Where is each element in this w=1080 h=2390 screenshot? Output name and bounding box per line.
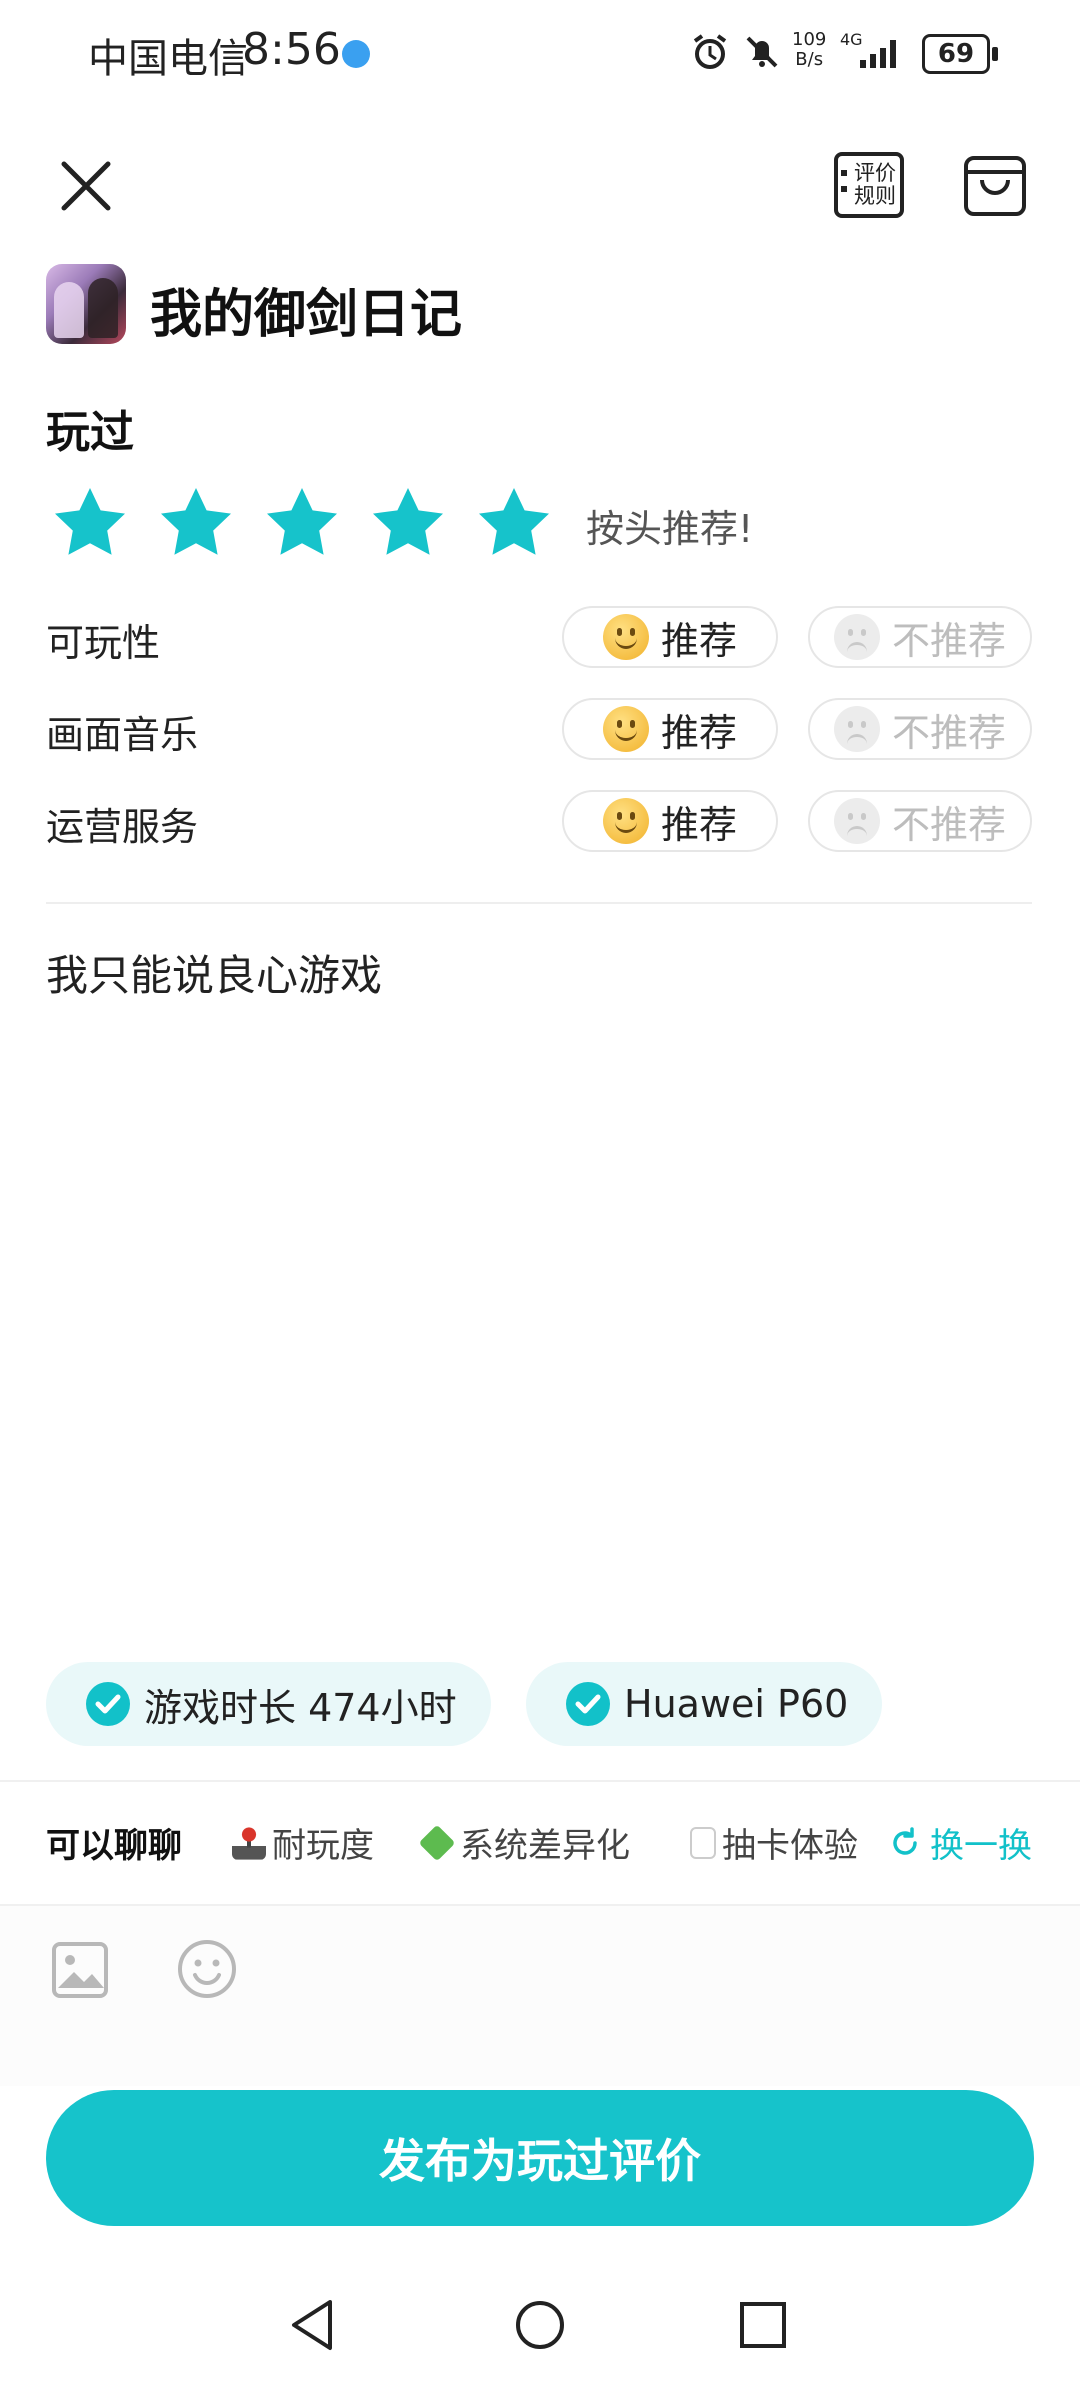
aspect-label: 画面音乐: [46, 713, 199, 757]
image-icon[interactable]: [50, 1940, 110, 2000]
rating-text: 按头推荐!: [586, 507, 754, 551]
topic-bar: 可以聊聊 耐玩度 系统差异化 抽卡体验 换一换: [0, 1782, 1080, 1904]
recommend-label: 推荐: [660, 802, 737, 847]
device-tag-label: Huawei P60: [624, 1682, 849, 1726]
sad-icon: [833, 706, 880, 752]
not-recommend-button[interactable]: 不推荐: [808, 790, 1032, 852]
refresh-icon: [893, 1826, 917, 1855]
star-icon[interactable]: [262, 484, 342, 564]
check-icon: [86, 1682, 130, 1726]
game-title: 我的御剑日记: [150, 285, 463, 345]
device-tag[interactable]: Huawei P60: [526, 1662, 883, 1746]
topic-heading: 可以聊聊: [46, 1826, 182, 1866]
net-speed: 109 B/s: [792, 29, 827, 70]
recents-icon[interactable]: [728, 2290, 798, 2360]
recommend-button[interactable]: 推荐: [562, 698, 778, 760]
status-icons: 109 B/s 4G 69: [690, 28, 1020, 78]
not-recommend-label: 不推荐: [891, 618, 1006, 663]
played-label: 玩过: [46, 407, 134, 458]
joystick-icon: [232, 1825, 266, 1860]
puzzle-icon: [418, 1824, 456, 1861]
recommend-button[interactable]: 推荐: [562, 790, 778, 852]
divider: [46, 902, 1032, 904]
input-toolbar: [0, 1906, 1080, 2086]
review-input[interactable]: 我只能说良心游戏: [46, 942, 382, 1003]
rules-button[interactable]: 评价规则: [830, 150, 906, 220]
publish-label: 发布为玩过评价: [379, 2134, 701, 2188]
battery-icon: [992, 47, 998, 61]
home-icon[interactable]: [505, 2290, 575, 2360]
carrier-label: 中国电信: [88, 36, 248, 82]
star-icon[interactable]: [156, 484, 236, 564]
rules-label: 评价规则: [854, 161, 896, 208]
sad-icon: [833, 798, 880, 844]
battery-level: 69: [922, 34, 990, 74]
recommend-button[interactable]: 推荐: [562, 606, 778, 668]
star-icon[interactable]: [368, 484, 448, 564]
back-icon[interactable]: [278, 2290, 348, 2360]
publish-button[interactable]: 发布为玩过评价: [46, 2090, 1034, 2226]
location-icon: [342, 40, 370, 68]
bag-icon[interactable]: [960, 150, 1030, 220]
status-bar: 中国电信 8:56 109 B/s 4G 69: [0, 0, 1080, 105]
signal-icon: [860, 40, 896, 68]
not-recommend-label: 不推荐: [891, 710, 1006, 755]
aspect-label: 可玩性: [46, 621, 161, 665]
game-icon: [46, 264, 126, 344]
smile-icon: [602, 798, 649, 844]
smile-icon: [602, 706, 649, 752]
playtime-tag-label: 游戏时长 474小时: [144, 1685, 457, 1730]
not-recommend-button[interactable]: 不推荐: [808, 698, 1032, 760]
topic-label: 系统差异化: [460, 1826, 630, 1866]
recommend-label: 推荐: [660, 710, 737, 755]
swap-button[interactable]: 换一换: [888, 1818, 1032, 1867]
emoji-icon[interactable]: [176, 1938, 238, 2000]
smile-icon: [602, 614, 649, 660]
aspect-label: 运营服务: [46, 805, 199, 849]
star-icon[interactable]: [474, 484, 554, 564]
status-time: 8:56: [242, 24, 341, 75]
system-nav-bar: [0, 2280, 1080, 2390]
recommend-label: 推荐: [660, 618, 737, 663]
alarm-icon: [693, 34, 727, 69]
playtime-tag[interactable]: 游戏时长 474小时: [46, 1662, 491, 1746]
sad-icon: [833, 614, 880, 660]
check-icon: [566, 1682, 610, 1726]
swap-label: 换一换: [930, 1826, 1032, 1866]
card-icon: [690, 1826, 716, 1859]
topic-chip[interactable]: 耐玩度: [232, 1818, 374, 1867]
not-recommend-button[interactable]: 不推荐: [808, 606, 1032, 668]
topic-chip[interactable]: 系统差异化: [418, 1818, 630, 1867]
topic-label: 耐玩度: [272, 1826, 374, 1866]
topic-chip[interactable]: 抽卡体验: [690, 1818, 858, 1867]
star-rating[interactable]: [50, 484, 570, 564]
star-icon[interactable]: [50, 484, 130, 564]
close-icon[interactable]: [50, 150, 122, 222]
mute-bell-icon: [746, 36, 778, 68]
not-recommend-label: 不推荐: [891, 802, 1006, 847]
topic-label: 抽卡体验: [722, 1826, 858, 1866]
